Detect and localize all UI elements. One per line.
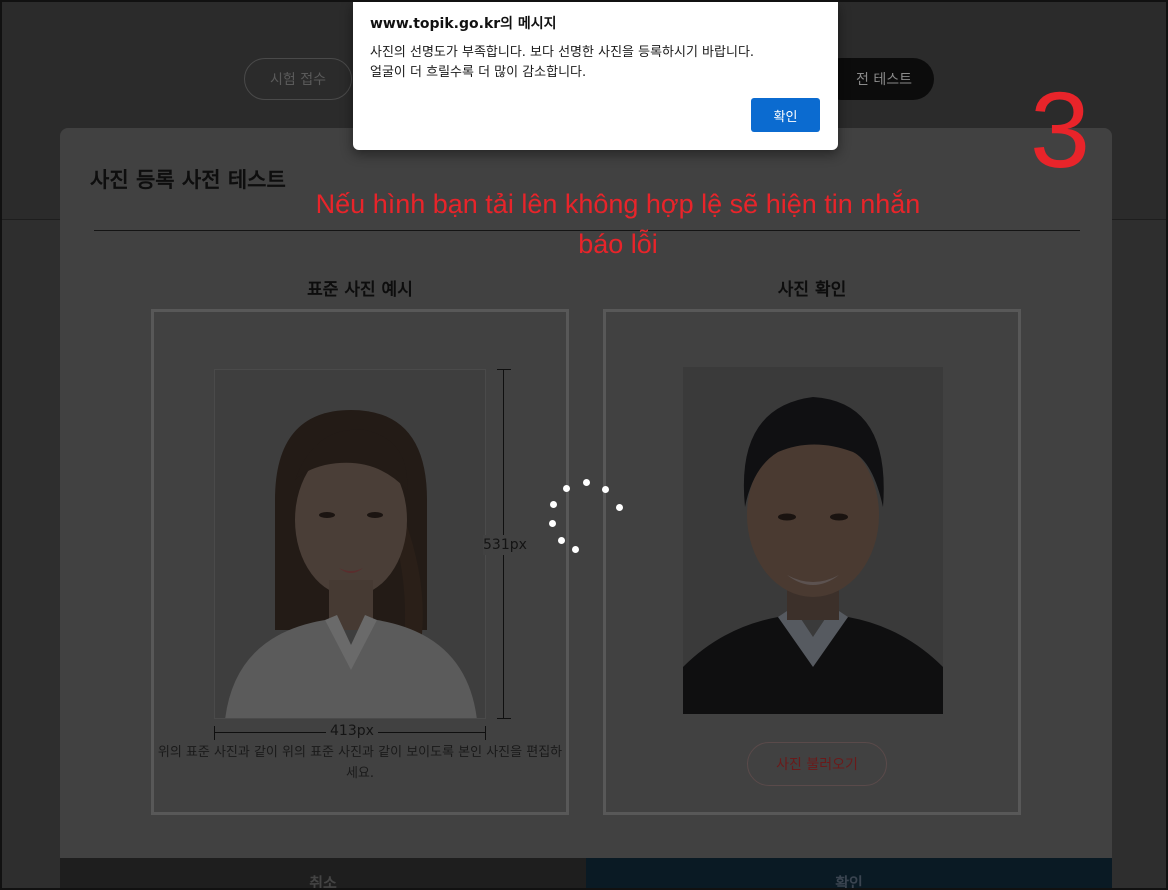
- browser-alert-dialog: www.topik.go.kr의 메시지 사진의 선명도가 부족합니다. 보다 …: [353, 2, 838, 150]
- loading-spinner-icon: [547, 476, 627, 556]
- height-dimension: 531px: [483, 369, 527, 719]
- cancel-button[interactable]: 취소: [60, 858, 586, 890]
- alert-message: 사진의 선명도가 부족합니다. 보다 선명한 사진을 등록하시기 바랍니다. 얼…: [370, 43, 830, 83]
- confirm-button[interactable]: 확인: [586, 858, 1112, 890]
- modal-title: 사진 등록 사전 테스트: [90, 168, 286, 192]
- alert-title: www.topik.go.kr의 메시지: [370, 16, 557, 32]
- alert-message-line: 사진의 선명도가 부족합니다. 보다 선명한 사진을 등록하시기 바랍니다.: [370, 45, 755, 60]
- annotation-text: Nếu hình bạn tải lên không hợp lệ sẽ hiệ…: [315, 189, 921, 259]
- width-label: 413px: [326, 723, 378, 739]
- load-photo-button[interactable]: 사진 불러오기: [747, 742, 887, 786]
- step-number: 3: [1030, 69, 1091, 190]
- alert-ok-button[interactable]: 확인: [751, 98, 820, 132]
- apply-nav-button[interactable]: 시험 접수: [244, 58, 352, 100]
- width-dimension: 413px: [214, 723, 486, 740]
- check-photo-panel: 사진 불러오기: [603, 309, 1021, 815]
- uploaded-photo-image: [683, 367, 943, 714]
- sample-photo-panel: 531px 413px 위의 표준 사진과 같이 위의 표준 사진과 같이 보이…: [151, 309, 569, 815]
- alert-message-line: 얼굴이 더 흐릴수록 더 많이 감소합니다.: [370, 65, 587, 80]
- sample-photo-title: 표준 사진 예시: [307, 280, 413, 300]
- sample-portrait-image: [214, 369, 486, 719]
- height-label: 531px: [483, 535, 527, 555]
- sample-description: 위의 표준 사진과 같이 위의 표준 사진과 같이 보이도록 본인 사진을 편집…: [157, 745, 563, 781]
- check-photo-title: 사진 확인: [777, 280, 847, 300]
